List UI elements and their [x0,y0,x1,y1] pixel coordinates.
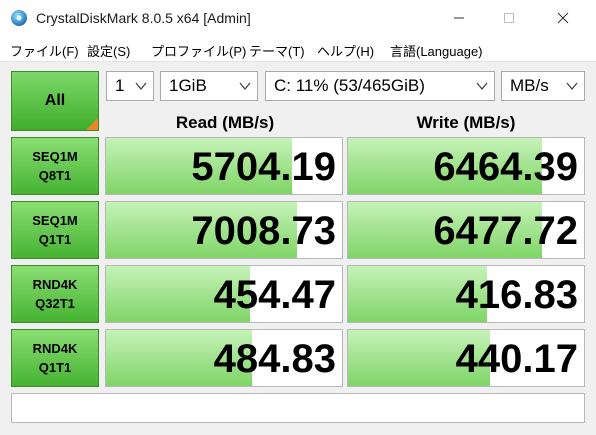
write-result-rnd4k-q1t1: 440.17 [347,329,585,387]
test-size-value: 1GiB [169,76,207,95]
menu-help[interactable]: ヘルプ(H) [317,41,374,60]
maximize-icon [504,13,514,23]
read-value: 484.83 [213,337,336,381]
test-name: SEQ1M [32,213,78,228]
test-params: Q1T1 [38,232,72,247]
crystaldiskmark-app-icon [11,10,27,26]
maximize-button[interactable] [486,0,532,36]
read-result-rnd4k-q32t1: 454.47 [105,265,343,323]
write-column-header: Write (MB/s) [416,113,516,132]
read-value: 454.47 [213,273,336,317]
menu-language[interactable]: 言語(Language) [390,41,483,60]
test-size-select[interactable]: 1GiB [160,71,258,101]
chevron-down-icon [476,82,488,91]
write-result-seq1m-q1t1: 6477.72 [347,201,585,259]
read-column-header: Read (MB/s) [175,113,275,132]
write-value: 6477.72 [433,209,578,253]
read-result-seq1m-q8t1: 5704.19 [105,137,343,195]
minimize-button[interactable] [436,0,482,36]
unit-select[interactable]: MB/s [501,71,585,101]
all-button-label: All [44,92,66,109]
write-value: 440.17 [455,337,578,381]
chevron-down-icon [135,82,147,91]
menu-settings[interactable]: 設定(S) [87,41,130,60]
window-title: CrystalDiskMark 8.0.5 x64 [Admin] [36,10,251,26]
test-button-seq1m-q8t1[interactable]: SEQ1M Q8T1 [11,137,99,195]
drive-value: C: 11% (53/465GiB) [274,76,425,95]
chevron-down-icon [566,82,578,91]
test-button-seq1m-q1t1[interactable]: SEQ1M Q1T1 [11,201,99,259]
menu-profile[interactable]: プロファイル(P) [151,41,246,60]
menu-theme[interactable]: テーマ(T) [249,41,305,60]
write-value: 416.83 [455,273,578,317]
chevron-down-icon [239,82,251,91]
menu-file[interactable]: ファイル(F) [10,41,79,60]
test-params: Q1T1 [38,360,72,375]
corner-marker [86,118,98,130]
test-name: SEQ1M [32,149,78,164]
drive-select[interactable]: C: 11% (53/465GiB) [265,71,495,101]
status-bar [11,393,585,423]
read-result-rnd4k-q1t1: 484.83 [105,329,343,387]
write-result-seq1m-q8t1: 6464.39 [347,137,585,195]
read-value: 7008.73 [191,209,336,253]
test-name: RND4K [32,341,78,356]
all-button[interactable]: All [11,71,99,131]
title-bar: CrystalDiskMark 8.0.5 x64 [Admin] [0,0,596,36]
close-button[interactable] [540,0,586,36]
menu-bar: ファイル(F) 設定(S) プロファイル(P) テーマ(T) ヘルプ(H) 言語… [0,36,596,62]
test-count-value: 1 [115,76,125,95]
test-params: Q8T1 [38,168,72,183]
benchmark-panel: All 1 1GiB C: 11% (53/465GiB) MB/s Read … [0,62,596,435]
test-params: Q32T1 [35,296,75,311]
close-icon [557,12,569,24]
unit-value: MB/s [510,76,549,95]
test-button-rnd4k-q1t1[interactable]: RND4K Q1T1 [11,329,99,387]
minimize-icon [454,17,464,19]
test-count-select[interactable]: 1 [106,71,154,101]
test-button-rnd4k-q32t1[interactable]: RND4K Q32T1 [11,265,99,323]
write-value: 6464.39 [433,145,578,189]
write-result-rnd4k-q32t1: 416.83 [347,265,585,323]
test-name: RND4K [32,277,78,292]
read-value: 5704.19 [191,145,336,189]
read-result-seq1m-q1t1: 7008.73 [105,201,343,259]
